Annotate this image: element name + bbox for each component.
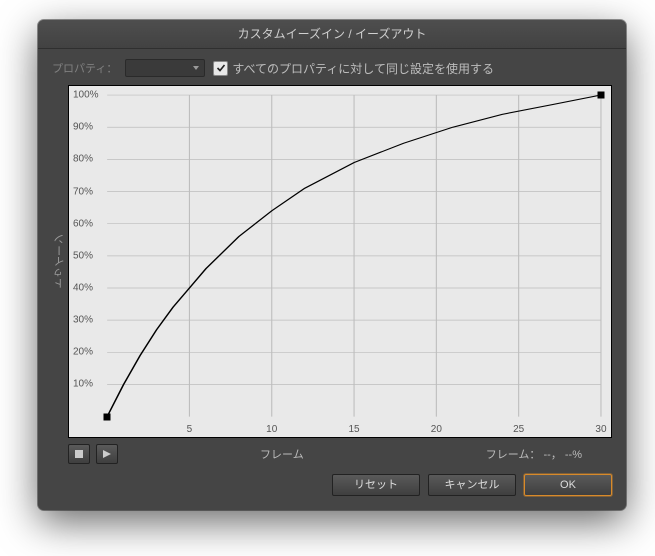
use-same-settings-checkbox[interactable]: すべてのプロパティに対して同じ設定を使用する — [213, 60, 494, 77]
y-tick: 10% — [73, 379, 93, 390]
checkbox-label: すべてのプロパティに対して同じ設定を使用する — [232, 60, 494, 77]
below-graph-row: フレーム フレーム： --， --% — [52, 438, 612, 464]
dialog-title: カスタムイーズイン / イーズアウト — [38, 20, 626, 49]
curve-handle[interactable] — [597, 92, 604, 99]
property-label: プロパティ： — [52, 60, 117, 76]
x-tick: 30 — [595, 424, 606, 435]
y-tick: 70% — [73, 186, 93, 197]
reset-button[interactable]: リセット — [332, 474, 420, 496]
ease-curve-canvas[interactable]: 10% 20% 30% 40% 50% 60% 70% 80% 90% 100% 5 10 15 20 25… — [68, 85, 612, 438]
x-axis-label: フレーム — [84, 446, 480, 462]
stop-icon — [75, 450, 83, 458]
chevron-down-icon — [192, 64, 200, 72]
property-dropdown[interactable] — [125, 59, 205, 77]
x-tick: 10 — [266, 424, 277, 435]
frame-readout: フレーム： --， --% — [486, 446, 582, 462]
x-tick: 25 — [513, 424, 524, 435]
y-tick: 20% — [73, 347, 93, 358]
y-tick: 80% — [73, 154, 93, 165]
y-tick: 90% — [73, 122, 93, 133]
y-axis-label: トゥイーン — [52, 85, 68, 438]
ease-dialog: カスタムイーズイン / イーズアウト プロパティ： すべてのプロパティに対して同… — [38, 20, 626, 510]
x-tick: 5 — [187, 424, 193, 435]
readout-frame-value: -- — [544, 449, 551, 461]
readout-label: フレーム： — [486, 449, 541, 461]
graph-area: トゥイーン 10%20%30%40%50%60%70%80%90%100%510… — [52, 85, 612, 438]
checkbox-box — [213, 61, 228, 76]
dialog-body: プロパティ： すべてのプロパティに対して同じ設定を使用する トゥイーン 10% 2… — [38, 49, 626, 510]
check-icon — [216, 63, 226, 73]
cancel-button[interactable]: キャンセル — [428, 474, 516, 496]
y-tick: 60% — [73, 218, 93, 229]
curve-svg — [69, 86, 611, 437]
dialog-button-row: リセット キャンセル OK — [52, 464, 612, 496]
y-tick: 30% — [73, 315, 93, 326]
y-tick: 50% — [73, 250, 93, 261]
curve-handle[interactable] — [104, 413, 111, 420]
ok-button[interactable]: OK — [524, 474, 612, 496]
y-tick: 40% — [73, 282, 93, 293]
property-row: プロパティ： すべてのプロパティに対して同じ設定を使用する — [52, 59, 612, 77]
readout-percent-value: --% — [565, 449, 582, 461]
y-tick: 100% — [73, 90, 99, 101]
x-tick: 15 — [348, 424, 359, 435]
x-tick: 20 — [431, 424, 442, 435]
